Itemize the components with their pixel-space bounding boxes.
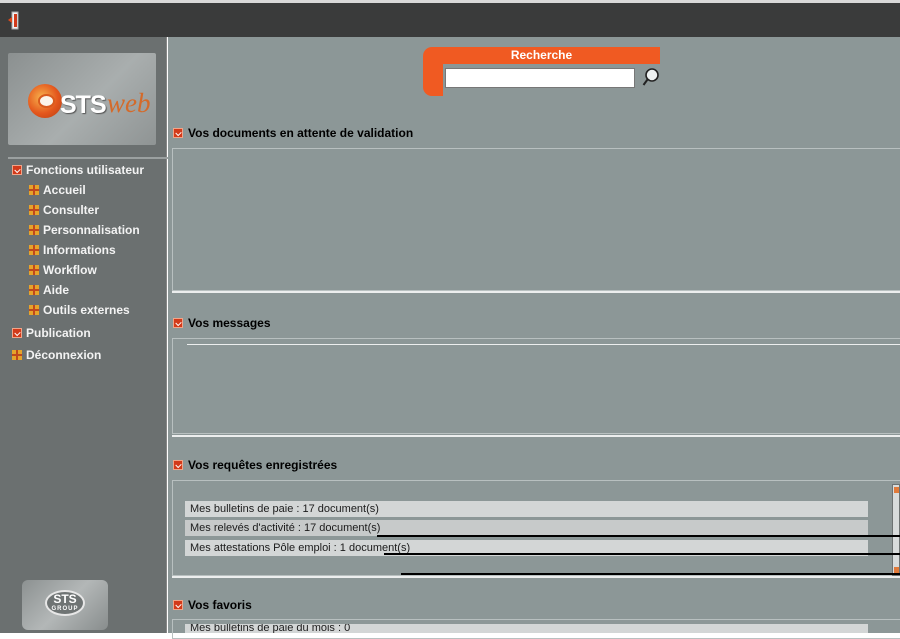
search-icon[interactable]	[642, 67, 660, 87]
sidebar-item-outils-externes[interactable]: Outils externes	[29, 303, 130, 317]
sidebar-item-aide[interactable]: Aide	[29, 283, 69, 297]
collapse-toggle-icon	[173, 600, 183, 610]
exit-icon[interactable]	[8, 11, 19, 30]
sts-group-emblem: STS GROUP	[45, 590, 85, 616]
sts-group-logo: STS GROUP	[22, 580, 108, 630]
underline-stroke	[401, 573, 900, 575]
search-widget-edge	[423, 63, 443, 96]
grid-icon	[29, 185, 39, 195]
grid-icon	[29, 265, 39, 275]
grid-icon	[12, 350, 22, 360]
messages-divider	[187, 344, 900, 345]
grid-icon	[29, 205, 39, 215]
scroll-up-icon[interactable]	[894, 487, 899, 493]
collapse-toggle-icon	[173, 128, 183, 138]
section-divider	[172, 291, 900, 293]
logo-brand-suffix: web	[107, 88, 151, 118]
saved-query-row[interactable]: Mes bulletins de paie : 17 document(s)	[185, 501, 868, 517]
section-header-pending[interactable]: Vos documents en attente de validation	[173, 126, 413, 140]
sidebar-item-label: Personnalisation	[43, 223, 140, 237]
sidebar-item-informations[interactable]: Informations	[29, 243, 116, 257]
nav-section-user-functions[interactable]: Fonctions utilisateur	[12, 163, 144, 177]
search-widget: Recherche	[423, 47, 662, 97]
section-title: Vos documents en attente de validation	[188, 126, 414, 140]
section-title: Vos messages	[188, 316, 271, 330]
grid-icon	[29, 305, 39, 315]
sts-group-subtext: GROUP	[51, 606, 79, 612]
top-bar	[0, 0, 900, 37]
sidebar-item-label: Accueil	[43, 183, 86, 197]
logo-brand: STS	[60, 91, 107, 119]
nav-section-label: Fonctions utilisateur	[26, 163, 145, 177]
sidebar-item-label: Outils externes	[43, 303, 130, 317]
sidebar-divider	[8, 157, 168, 159]
sidebar-item-label: Consulter	[43, 203, 100, 217]
saved-query-row[interactable]: Mes relevés d'activité : 17 document(s)	[185, 520, 868, 536]
sidebar: STS web Fonctions utilisateur Accueil Co…	[0, 37, 168, 633]
sidebar-item-label: Informations	[43, 243, 116, 257]
section-divider	[172, 576, 900, 578]
sidebar-item-label: Workflow	[43, 263, 97, 277]
underline-stroke	[384, 553, 900, 555]
sidebar-item-label: Déconnexion	[26, 348, 102, 362]
underline-stroke	[377, 535, 900, 537]
sidebar-item-deconnexion[interactable]: Déconnexion	[12, 348, 101, 362]
section-header-messages[interactable]: Vos messages	[173, 316, 271, 330]
pending-documents-panel	[172, 148, 900, 291]
section-title: Vos favoris	[188, 598, 252, 612]
search-input[interactable]	[445, 68, 635, 88]
sidebar-item-consulter[interactable]: Consulter	[29, 203, 99, 217]
sidebar-item-workflow[interactable]: Workflow	[29, 263, 97, 277]
grid-icon	[29, 245, 39, 255]
scrollbar[interactable]	[892, 484, 900, 576]
search-title: Recherche	[423, 47, 660, 64]
sts-group-text: STS	[53, 592, 77, 606]
main-content: Recherche Vos documents en attente de va…	[168, 37, 900, 639]
grid-icon	[29, 285, 39, 295]
checked-box-icon	[12, 328, 22, 338]
section-header-saved-queries[interactable]: Vos requêtes enregistrées	[173, 458, 337, 472]
collapse-toggle-icon	[173, 460, 183, 470]
collapse-toggle-icon	[173, 318, 183, 328]
nav-section-label: Publication	[26, 326, 91, 340]
checked-box-icon	[12, 165, 22, 175]
grid-icon	[29, 225, 39, 235]
sts-web-logo[interactable]: STS web	[8, 53, 156, 145]
sidebar-item-personnalisation[interactable]: Personnalisation	[29, 223, 140, 237]
section-divider	[172, 435, 900, 437]
section-title: Vos requêtes enregistrées	[188, 458, 338, 472]
sidebar-item-accueil[interactable]: Accueil	[29, 183, 86, 197]
sidebar-item-label: Aide	[43, 283, 70, 297]
section-header-favorites[interactable]: Vos favoris	[173, 598, 252, 612]
nav-section-publication[interactable]: Publication	[12, 326, 91, 340]
logo-orb-inner	[38, 94, 55, 108]
messages-panel	[172, 338, 900, 434]
favorite-row[interactable]: Mes bulletins de paie du mois : 0	[185, 624, 868, 633]
